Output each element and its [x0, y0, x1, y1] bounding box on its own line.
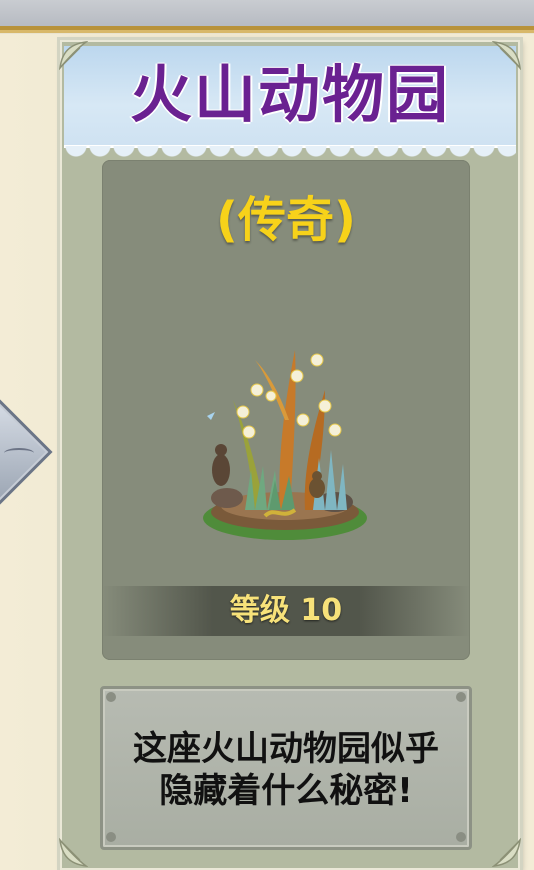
- plaque-rivet: [456, 832, 466, 842]
- rarity-label: (传奇): [216, 192, 356, 248]
- level-label: 等级: [229, 593, 290, 628]
- card-title: 火山动物园: [129, 58, 450, 131]
- plaque-rivet: [106, 832, 116, 842]
- leaf-ornament-icon: [492, 838, 522, 868]
- leaf-ornament-icon: [58, 40, 88, 70]
- title-banner-scallop: [64, 146, 516, 160]
- description-line: 这座火山动物园似乎: [133, 729, 439, 769]
- top-bar: [0, 0, 534, 30]
- level-value: 10: [300, 593, 343, 628]
- volcano-zoo-illustration[interactable]: [185, 320, 385, 550]
- plaque-rivet: [456, 692, 466, 702]
- plaque-rivet: [106, 692, 116, 702]
- description-line: 隐藏着什么秘密!: [159, 771, 413, 811]
- level-text: 等级 10: [102, 586, 470, 636]
- item-description: 这座火山动物园似乎 隐藏着什么秘密!: [108, 728, 464, 818]
- diamond-ornament-mark: [4, 448, 34, 458]
- leaf-ornament-icon: [58, 838, 88, 868]
- top-bar-trim: [0, 30, 534, 33]
- leaf-ornament-icon: [492, 40, 522, 70]
